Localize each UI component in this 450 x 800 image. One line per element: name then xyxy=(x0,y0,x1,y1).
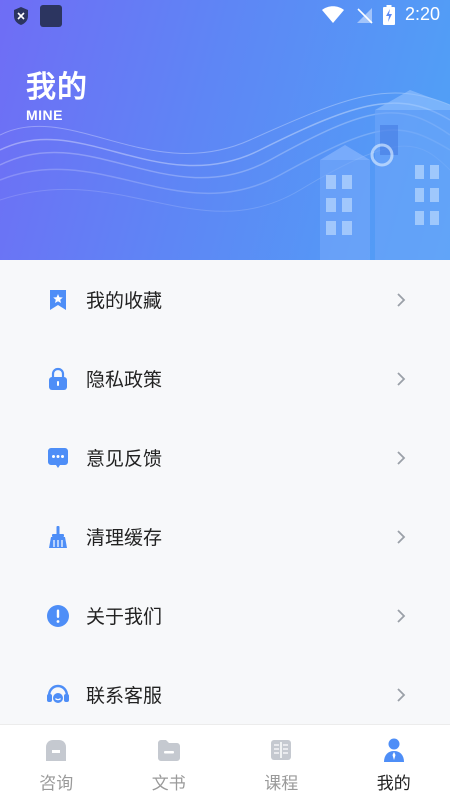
menu-item-label: 我的收藏 xyxy=(86,290,163,312)
chat-bubble-icon xyxy=(48,447,68,468)
menu-item-clear-cache[interactable]: 清理缓存 xyxy=(0,497,450,576)
book-icon xyxy=(271,740,292,760)
menu-item-label: 意见反馈 xyxy=(86,448,163,470)
chevron-right-icon xyxy=(397,292,406,307)
page-title: 我的 xyxy=(26,70,88,105)
broom-icon xyxy=(49,525,67,548)
menu-item-label: 隐私政策 xyxy=(86,369,163,391)
menu-item-about-us[interactable]: 关于我们 xyxy=(0,576,450,655)
buildings-illustration xyxy=(320,90,450,260)
bookmark-star-icon xyxy=(50,289,66,310)
page-subtitle: MINE xyxy=(26,107,63,123)
menu-item-privacy-policy[interactable]: 隐私政策 xyxy=(0,339,450,418)
chevron-right-icon xyxy=(397,687,406,702)
menu-item-customer-service[interactable]: 联系客服 xyxy=(0,655,450,734)
no-signal-icon xyxy=(356,7,373,24)
menu-item-label: 清理缓存 xyxy=(86,527,163,549)
tab-label: 咨询 xyxy=(39,774,74,794)
menu-item-favorites[interactable]: 我的收藏 xyxy=(0,260,450,339)
tab-label: 我的 xyxy=(376,774,411,794)
chevron-right-icon xyxy=(397,371,406,386)
chevron-right-icon xyxy=(397,529,406,544)
status-bar: 2:20 xyxy=(0,0,450,32)
wifi-icon xyxy=(321,5,344,23)
clock-time: 2:20 xyxy=(404,4,440,24)
tab-courses[interactable]: 课程 xyxy=(225,725,338,800)
menu-item-label: 关于我们 xyxy=(86,606,163,628)
tab-mine[interactable]: 我的 xyxy=(338,725,450,800)
shield-icon xyxy=(14,7,28,25)
chevron-right-icon xyxy=(397,450,406,465)
tab-documents[interactable]: 文书 xyxy=(113,725,226,800)
tab-label: 课程 xyxy=(264,774,299,794)
headset-icon xyxy=(47,684,69,703)
user-icon xyxy=(383,738,404,762)
bottom-tab-bar: 咨询 文书 课程 我的 xyxy=(0,724,450,800)
home-a-icon xyxy=(46,740,67,761)
tab-consult[interactable]: 咨询 xyxy=(0,725,113,800)
app-notification-icon xyxy=(40,5,62,27)
settings-menu: 我的收藏 隐私政策 意见反馈 清理缓存 关于我们 联系客服 xyxy=(0,260,450,734)
tab-label: 文书 xyxy=(151,774,186,794)
folder-icon xyxy=(157,740,180,761)
chevron-right-icon xyxy=(397,608,406,623)
header-banner: 2:20 我的 MINE xyxy=(0,0,450,260)
menu-item-feedback[interactable]: 意见反馈 xyxy=(0,418,450,497)
menu-item-label: 联系客服 xyxy=(86,685,163,707)
info-exclamation-icon xyxy=(47,604,69,627)
lock-icon xyxy=(49,367,67,390)
battery-charging-icon xyxy=(382,4,395,25)
